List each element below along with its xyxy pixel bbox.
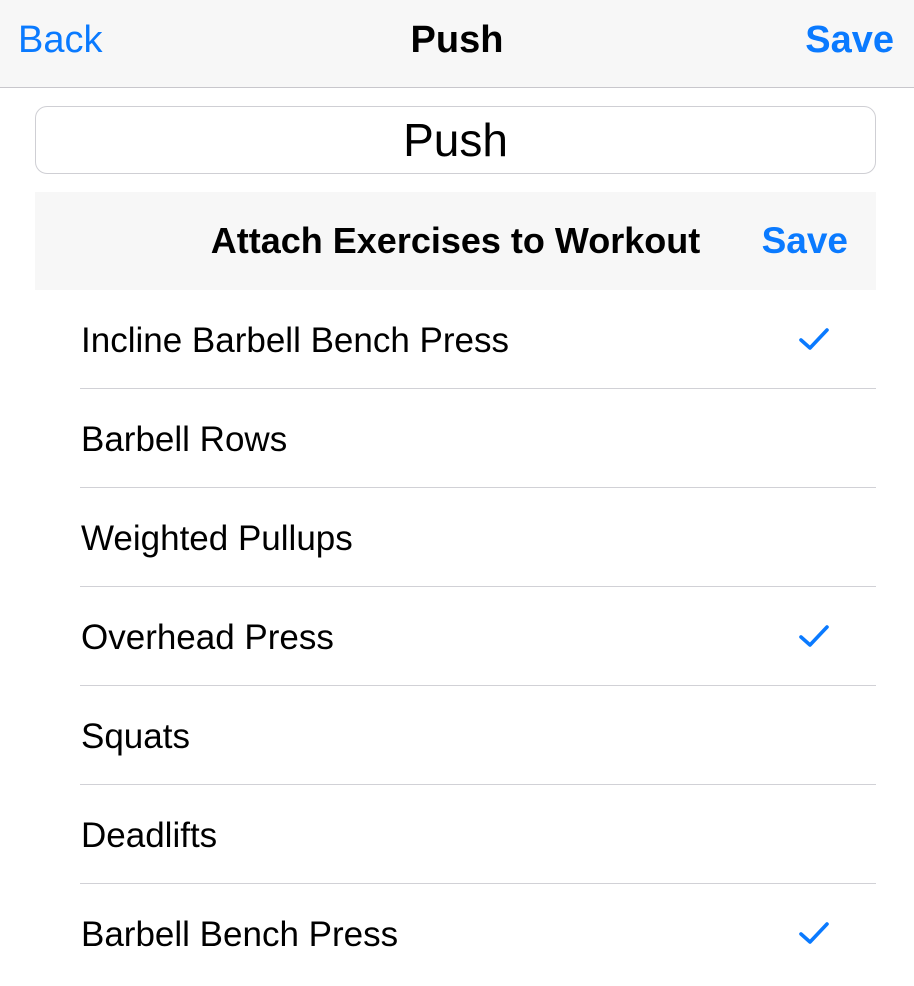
checkmark-icon (799, 625, 829, 647)
exercise-label: Overhead Press (81, 618, 334, 657)
workout-name-field[interactable] (35, 106, 876, 174)
exercise-row-squats[interactable]: Squats (35, 686, 876, 785)
section-title: Attach Exercises to Workout (210, 220, 701, 261)
attach-save-button[interactable]: Save (762, 192, 848, 290)
exercise-row-deadlifts[interactable]: Deadlifts (35, 785, 876, 884)
exercise-row-overhead-press[interactable]: Overhead Press (35, 587, 876, 686)
exercise-label: Deadlifts (81, 816, 218, 855)
exercise-label: Squats (81, 717, 190, 756)
save-button[interactable]: Save (805, 0, 894, 80)
page-title: Push (410, 19, 504, 61)
exercise-row-barbell-rows[interactable]: Barbell Rows (35, 389, 876, 488)
navigation-bar: Back Push Save (0, 0, 914, 88)
section-header: Attach Exercises to Workout Save (35, 192, 876, 290)
exercise-list: Incline Barbell Bench Press Barbell Rows… (35, 290, 876, 983)
exercise-label: Incline Barbell Bench Press (81, 321, 509, 360)
checkmark-icon (799, 328, 829, 350)
exercise-row-weighted-pullups[interactable]: Weighted Pullups (35, 488, 876, 587)
checkmark-icon (799, 922, 829, 944)
exercise-row-barbell-bench-press[interactable]: Barbell Bench Press (35, 884, 876, 983)
exercise-label: Barbell Bench Press (81, 915, 399, 954)
exercise-label: Barbell Rows (81, 420, 288, 459)
exercise-label: Weighted Pullups (81, 519, 353, 558)
exercise-row-incline-barbell-bench-press[interactable]: Incline Barbell Bench Press (35, 290, 876, 389)
